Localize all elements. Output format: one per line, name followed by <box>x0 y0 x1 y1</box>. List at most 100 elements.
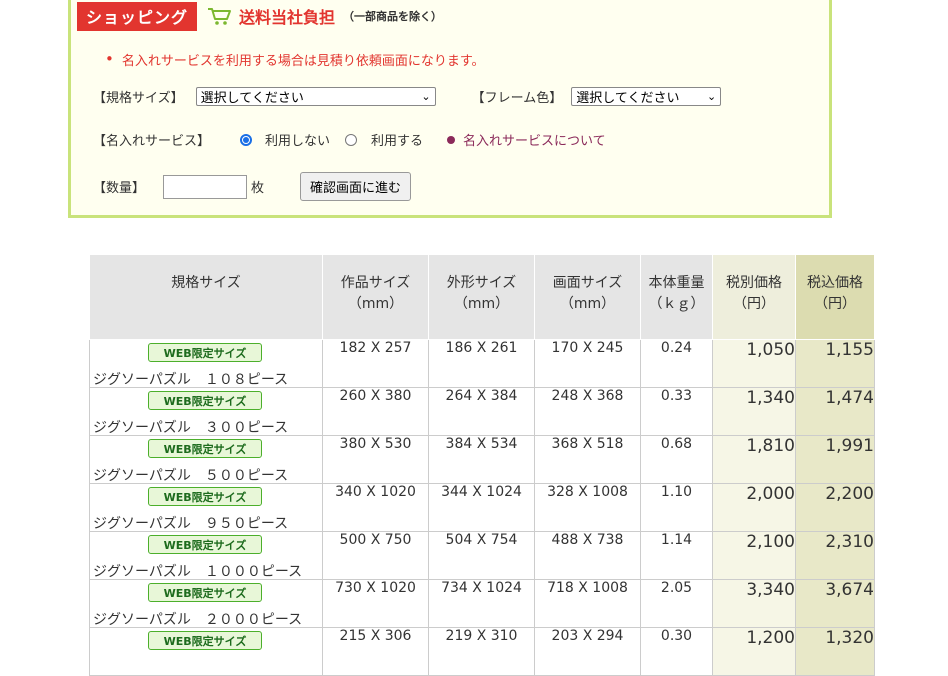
outer-size-cell: 504 X 754 <box>428 531 535 580</box>
quantity-label: 【数量】 <box>93 181 146 196</box>
product-name: ジグソーパズル ２０００ピース <box>93 612 303 628</box>
size-select[interactable]: 選択してください ⌄ <box>195 87 436 106</box>
size-cell: WEB限定サイズジグソーパズル ２０００ピース <box>89 579 323 628</box>
price-in-tax-cell: 1,474 <box>795 387 875 436</box>
frame-color-label: 【フレーム色】 <box>471 91 563 106</box>
free-shipping-label: 送料当社負担 <box>239 8 336 27</box>
price-ex-tax-cell: 3,340 <box>712 579 796 628</box>
work-size-cell: 182 X 257 <box>322 339 429 388</box>
header-weight: 本体重量 （ｋｇ） <box>640 254 713 340</box>
work-size-cell: 730 X 1020 <box>322 579 429 628</box>
name-service-info-link[interactable]: 名入れサービスについて <box>447 130 606 149</box>
header-mm-unit: （mm） <box>453 296 510 312</box>
price-ex-tax-cell: 1,050 <box>712 339 796 388</box>
price-in-tax-cell: 3,674 <box>795 579 875 628</box>
header-price-in-text: 税込価格 <box>807 275 863 291</box>
web-limited-badge: WEB限定サイズ <box>148 439 262 458</box>
size-label: 【規格サイズ】 <box>93 91 184 106</box>
price-ex-tax-cell: 2,100 <box>712 531 796 580</box>
screen-size-cell: 488 X 738 <box>534 531 641 580</box>
order-panel: ショッピング 送料当社負担 （一部商品を除く） • 名入れサービスを利用する場合… <box>68 0 832 218</box>
web-limited-badge: WEB限定サイズ <box>148 391 262 410</box>
web-limited-badge: WEB限定サイズ <box>148 343 262 362</box>
frame-color-select[interactable]: 選択してください ⌄ <box>571 87 722 106</box>
radio-use-label[interactable]: 利用する <box>371 130 423 149</box>
size-cell: WEB限定サイズジグソーパズル ３００ピース <box>89 387 323 436</box>
weight-cell: 1.14 <box>640 531 713 580</box>
weight-cell: 0.24 <box>640 339 713 388</box>
product-name: ジグソーパズル １０００ピース <box>93 564 303 580</box>
weight-cell: 1.10 <box>640 483 713 532</box>
screen-size-cell: 718 X 1008 <box>534 579 641 628</box>
work-size-cell: 340 X 1020 <box>322 483 429 532</box>
notice-bullet-icon: • <box>105 50 114 68</box>
table-row: WEB限定サイズ ジグソーパズル ３００ピース 260 X 380 264 X 384… <box>89 387 875 436</box>
outer-size-cell: 344 X 1024 <box>428 483 535 532</box>
price-ex-tax-cell: 1,340 <box>712 387 796 436</box>
size-cell: WEB限定サイズ ジグソーパズル ９５０ピース <box>89 483 323 532</box>
quantity-input[interactable] <box>163 174 248 199</box>
size-cell: WEB限定サイズ <box>89 627 323 676</box>
weight-cell: 0.30 <box>640 627 713 676</box>
name-service-notice: • 名入れサービスを利用する場合は見積り依頼画面になります。 <box>105 50 485 70</box>
screen-size-cell: 248 X 368 <box>534 387 641 436</box>
screen-size-cell: 368 X 518 <box>534 435 641 484</box>
web-limited-badge: WEB限定サイズ <box>148 631 262 650</box>
price-in-tax-cell: 1,991 <box>795 435 875 484</box>
outer-size-cell: 264 X 384 <box>428 387 535 436</box>
price-in-tax-cell: 1,155 <box>795 339 875 388</box>
product-name: ジグソーパズル ９５０ピース <box>93 516 289 532</box>
shopping-badge: ショッピング <box>77 1 198 31</box>
work-size-cell: 215 X 306 <box>322 627 429 676</box>
bullet-dot-icon <box>447 135 456 144</box>
header-mm-unit: （mm） <box>347 296 404 312</box>
price-in-tax-cell: 1,320 <box>795 627 875 676</box>
cart-icon <box>207 6 233 26</box>
work-size-cell: 260 X 380 <box>322 387 429 436</box>
table-row: WEB限定サイズ ジグソーパズル ２０００ピース 730 X 1020 734 X 1… <box>89 579 875 628</box>
header-mm-unit: （mm） <box>559 296 616 312</box>
header-screen-size-text: 画面サイズ <box>552 275 623 291</box>
radio-not-use-label[interactable]: 利用しない <box>265 130 330 149</box>
size-select-value: 選択してください <box>200 91 304 106</box>
header-outer-size-text: 外形サイズ <box>446 275 517 291</box>
product-name: ジグソーパズル ３００ピース <box>93 420 289 436</box>
web-limited-badge: WEB限定サイズ <box>148 583 262 602</box>
radio-not-use[interactable] <box>240 133 253 146</box>
header-weight-text: 本体重量 <box>648 275 705 291</box>
size-cell: WEB限定サイズ ジグソーパズル ５００ピース <box>89 435 323 484</box>
name-service-row: 【名入れサービス】 利用しない 利用する 名入れサービスについて <box>93 130 606 149</box>
price-ex-tax-cell: 1,200 <box>712 627 796 676</box>
web-limited-badge: WEB限定サイズ <box>148 535 262 554</box>
price-ex-tax-cell: 1,810 <box>712 435 796 484</box>
header-screen-size: 画面サイズ （mm） <box>534 254 641 340</box>
header-outer-size: 外形サイズ （mm） <box>428 254 535 340</box>
radio-use[interactable] <box>345 133 358 146</box>
size-frame-row: 【規格サイズ】 選択してください ⌄ 【フレーム色】 選択してください ⌄ <box>93 87 722 106</box>
outer-size-cell: 186 X 261 <box>428 339 535 388</box>
outer-size-cell: 384 X 534 <box>428 435 535 484</box>
price-in-tax-cell: 2,200 <box>795 483 875 532</box>
table-row: WEB限定サイズ ジグソーパズル １０００ピース 500 X 750 504 X 75… <box>89 531 875 580</box>
screen-size-cell: 328 X 1008 <box>534 483 641 532</box>
header-yen-unit: （円） <box>733 296 775 312</box>
confirm-button[interactable]: 確認画面に進む <box>300 172 412 201</box>
table-row: WEB限定サイズ 215 X 306 219 X 310 203 X 294 0.30 1… <box>89 627 875 676</box>
size-cell: WEB限定サイズジグソーパズル １０００ピース <box>89 531 323 580</box>
size-price-table: 規格サイズ 作品サイズ （mm） 外形サイズ （mm） 画面サイズ （mm） 本… <box>89 254 875 676</box>
quantity-row: 【数量】 枚 確認画面に進む <box>93 172 412 201</box>
table-header-row: 規格サイズ 作品サイズ （mm） 外形サイズ （mm） 画面サイズ （mm） 本… <box>89 254 875 340</box>
size-cell: WEB限定サイズ ジグソーパズル １０８ピース <box>89 339 323 388</box>
weight-cell: 2.05 <box>640 579 713 628</box>
name-service-label: 【名入れサービス】 <box>93 134 211 149</box>
header-work-size-text: 作品サイズ <box>340 275 411 291</box>
outer-size-cell: 734 X 1024 <box>428 579 535 628</box>
table-row: WEB限定サイズ ジグソーパズル ５００ピース 380 X 530 384 X 534… <box>89 435 875 484</box>
price-in-tax-cell: 2,310 <box>795 531 875 580</box>
name-service-link-text[interactable]: 名入れサービスについて <box>463 130 606 149</box>
work-size-cell: 500 X 750 <box>322 531 429 580</box>
screen-size-cell: 170 X 245 <box>534 339 641 388</box>
screen-size-cell: 203 X 294 <box>534 627 641 676</box>
frame-select-value: 選択してください <box>576 91 680 106</box>
price-ex-tax-cell: 2,000 <box>712 483 796 532</box>
